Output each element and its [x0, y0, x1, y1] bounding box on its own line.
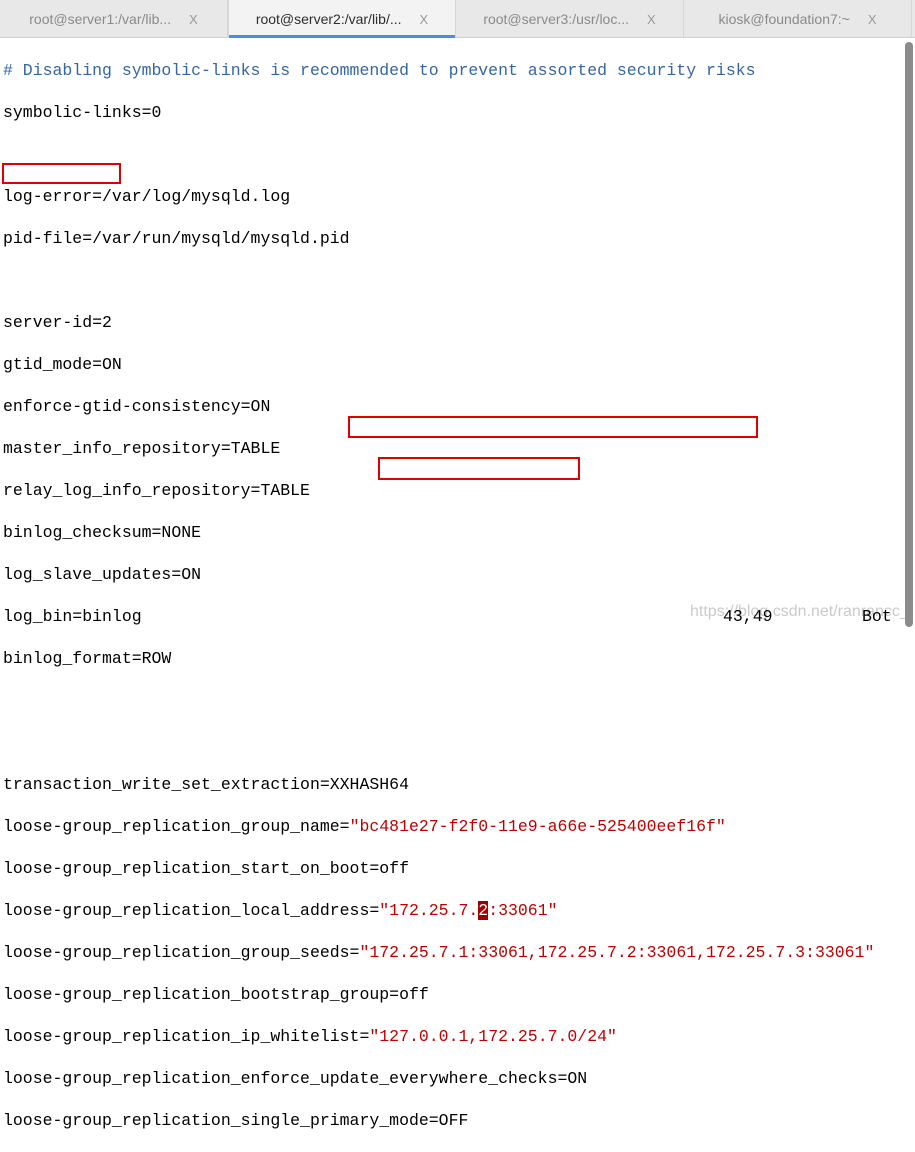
- tab-foundation7[interactable]: kiosk@foundation7:~ X: [684, 0, 912, 38]
- empty-line: [3, 144, 903, 165]
- close-icon[interactable]: X: [868, 12, 877, 27]
- tab-label: root@server1:/var/lib...: [29, 11, 172, 27]
- line: loose-group_replication_enforce_update_e…: [3, 1069, 588, 1088]
- line: enforce-gtid-consistency=ON: [3, 397, 271, 416]
- cursor-position: 43,49: [723, 607, 773, 626]
- terminal-content[interactable]: # Disabling symbolic-links is recommende…: [0, 39, 903, 1130]
- tab-label: root@server3:/usr/loc...: [483, 11, 630, 27]
- highlight-box-group-name: [348, 416, 758, 438]
- line: loose-group_replication_group_name="bc48…: [3, 816, 903, 837]
- line: symbolic-links=0: [3, 103, 162, 122]
- line: loose-group_replication_ip_whitelist="12…: [3, 1026, 903, 1047]
- close-icon[interactable]: X: [647, 12, 656, 27]
- line: # Disabling symbolic-links is recommende…: [3, 61, 756, 80]
- key: loose-group_replication_local_address=: [3, 901, 380, 920]
- close-icon[interactable]: X: [189, 12, 198, 27]
- string-value: "172.25.7.1:33061,172.25.7.2:33061,172.2…: [359, 943, 875, 962]
- scrollbar[interactable]: [905, 42, 913, 627]
- highlight-box-server-id: [2, 163, 121, 184]
- string-value: :33061": [488, 901, 558, 920]
- tab-server1[interactable]: root@server1:/var/lib... X: [0, 0, 228, 38]
- empty-line: [3, 270, 903, 291]
- key: loose-group_replication_group_name=: [3, 817, 350, 836]
- empty-line: [3, 690, 903, 711]
- line: gtid_mode=ON: [3, 355, 122, 374]
- string-value: "127.0.0.1,172.25.7.0/24": [369, 1027, 617, 1046]
- close-icon[interactable]: X: [420, 12, 429, 27]
- scroll-position: Bot: [862, 607, 892, 626]
- tab-bar: root@server1:/var/lib... X root@server2:/…: [0, 0, 915, 38]
- line: relay_log_info_repository=TABLE: [3, 481, 310, 500]
- line: binlog_checksum=NONE: [3, 523, 202, 542]
- tab-server3[interactable]: root@server3:/usr/loc... X: [456, 0, 684, 38]
- cursor: 2: [478, 901, 489, 920]
- line: log_slave_updates=ON: [3, 565, 202, 584]
- key: loose-group_replication_ip_whitelist=: [3, 1027, 370, 1046]
- tab-server2[interactable]: root@server2:/var/lib/... X: [228, 0, 456, 38]
- string-value: "bc481e27-f2f0-11e9-a66e-525400eef16f": [349, 817, 726, 836]
- line: server-id=2: [3, 313, 112, 332]
- line: binlog_format=ROW: [3, 649, 172, 668]
- line: loose-group_replication_single_primary_m…: [3, 1111, 469, 1130]
- line: loose-group_replication_local_address="1…: [3, 900, 903, 921]
- empty-line: [3, 732, 903, 753]
- string-value: "172.25.7.: [379, 901, 479, 920]
- tab-label: kiosk@foundation7:~: [718, 11, 850, 27]
- line: loose-group_replication_start_on_boot=of…: [3, 859, 409, 878]
- highlight-box-local-address: [378, 457, 580, 480]
- line: transaction_write_set_extraction=XXHASH6…: [3, 775, 409, 794]
- tab-label: root@server2:/var/lib/...: [255, 11, 402, 27]
- line: log-error=/var/log/mysqld.log: [3, 187, 291, 206]
- line: loose-group_replication_group_seeds="172…: [3, 942, 903, 963]
- key: loose-group_replication_group_seeds=: [3, 943, 360, 962]
- line: master_info_repository=TABLE: [3, 439, 281, 458]
- line: pid-file=/var/run/mysqld/mysqld.pid: [3, 229, 350, 248]
- line: loose-group_replication_bootstrap_group=…: [3, 985, 429, 1004]
